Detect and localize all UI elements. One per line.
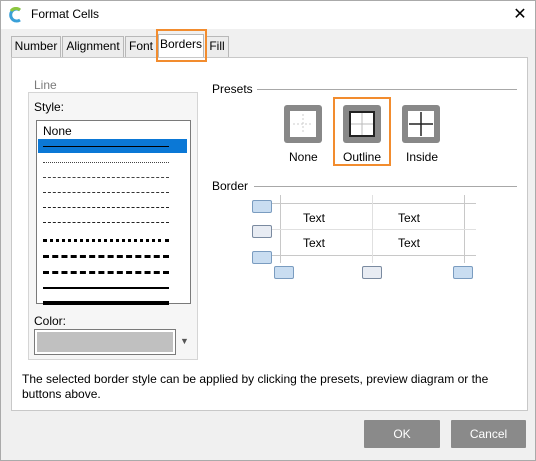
close-icon[interactable]: ✕ [509, 5, 531, 25]
color-label: Color: [34, 314, 67, 328]
style-option-thin-solid[interactable] [43, 146, 169, 147]
style-option-thick-solid[interactable] [43, 301, 169, 305]
cancel-button[interactable]: Cancel [451, 420, 526, 448]
border-top-button[interactable] [252, 200, 272, 213]
spreadsheet-app-icon [9, 7, 22, 23]
border-label: Border [212, 179, 249, 193]
style-option-long-dashed[interactable] [43, 222, 169, 223]
style-option-thick-dashed[interactable] [43, 255, 169, 258]
preview-center-hguide [266, 229, 476, 230]
style-option-dash-dot[interactable] [43, 192, 169, 193]
preview-top-guide [266, 203, 476, 204]
format-cells-dialog: Format Cells ✕ Number Alignment Font Bor… [0, 0, 536, 461]
title-bar: Format Cells ✕ [1, 1, 535, 29]
style-option-fine-dashed[interactable] [43, 177, 169, 178]
style-option-thick-dotted[interactable] [43, 239, 169, 242]
preview-cell-text: Text [303, 211, 326, 225]
borders-panel: Line Style: None Color: ▼ Presets None O… [11, 57, 528, 411]
line-group-label: Line [34, 78, 57, 92]
preset-outline-label: Outline [343, 150, 382, 164]
presets-divider [257, 89, 517, 90]
chevron-down-icon[interactable]: ▼ [180, 336, 189, 346]
line-style-list[interactable]: None [36, 120, 191, 305]
preview-bottom-guide [266, 255, 476, 256]
tab-fill[interactable]: Fill [205, 36, 229, 57]
style-option-medium-solid[interactable] [43, 287, 169, 289]
color-dropdown[interactable] [34, 329, 176, 355]
border-bottom-button[interactable] [252, 251, 272, 264]
border-left-button[interactable] [274, 266, 294, 279]
preset-none-button[interactable] [284, 105, 322, 143]
window-title: Format Cells [31, 7, 100, 21]
borders-tab-highlight [156, 29, 207, 62]
border-inside-vertical-button[interactable] [362, 266, 382, 279]
preset-none-label: None [289, 150, 318, 164]
style-option-thick-dash-dot[interactable] [43, 271, 169, 274]
preset-inside-icon [408, 111, 434, 137]
preview-cell-text: Text [303, 236, 326, 250]
border-preview-diagram[interactable]: Text Text Text Text [266, 195, 476, 263]
ok-button[interactable]: OK [364, 420, 440, 448]
preset-inside-button[interactable] [402, 105, 440, 143]
tab-number[interactable]: Number [11, 36, 61, 57]
border-right-button[interactable] [453, 266, 473, 279]
style-option-none[interactable]: None [43, 124, 72, 138]
color-swatch [37, 332, 173, 352]
preview-cell-text: Text [398, 211, 421, 225]
style-option-dashed[interactable] [43, 207, 169, 208]
tab-font[interactable]: Font [125, 36, 157, 57]
preset-inside-label: Inside [406, 150, 439, 164]
presets-label: Presets [212, 82, 253, 96]
tab-alignment[interactable]: Alignment [62, 36, 124, 57]
preset-none-icon [290, 111, 316, 137]
border-inside-horizontal-button[interactable] [252, 225, 272, 238]
style-option-hair-dotted[interactable] [43, 162, 169, 163]
preview-cell-text: Text [398, 236, 421, 250]
border-divider [254, 186, 517, 187]
style-label: Style: [34, 100, 65, 114]
help-text: The selected border style can be applied… [22, 372, 489, 401]
